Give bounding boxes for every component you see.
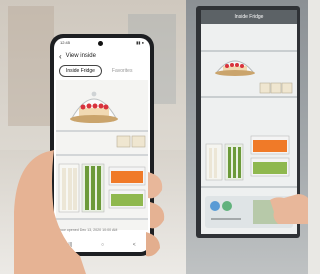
hand-touching-fridge <box>270 194 308 224</box>
tab-bar: Inside Fridge Favorites <box>54 64 150 78</box>
camera-icon <box>98 41 103 46</box>
shelf <box>201 50 297 52</box>
nav-header: ‹ View inside <box>54 48 150 64</box>
status-time: 12:45 <box>60 40 71 45</box>
hand-holding-phone <box>14 150 165 274</box>
status-icons: ▮▮ ● <box>136 40 144 45</box>
jars <box>259 82 293 94</box>
page-title: View inside <box>65 53 96 59</box>
tab-inside-fridge[interactable]: Inside Fridge <box>59 65 102 77</box>
shelf <box>201 96 297 98</box>
scene: Inside Fridge 12:45 ▮▮ ● ‹ View inside I… <box>0 0 308 274</box>
food-boxes <box>250 135 290 177</box>
back-arrow-icon[interactable]: ‹ <box>59 52 62 61</box>
vegetable-containers <box>205 143 244 181</box>
fridge-screen-title: Inside Fridge <box>201 10 297 24</box>
tab-favorites[interactable]: Favorites <box>112 68 133 74</box>
cake-dome <box>215 60 255 76</box>
